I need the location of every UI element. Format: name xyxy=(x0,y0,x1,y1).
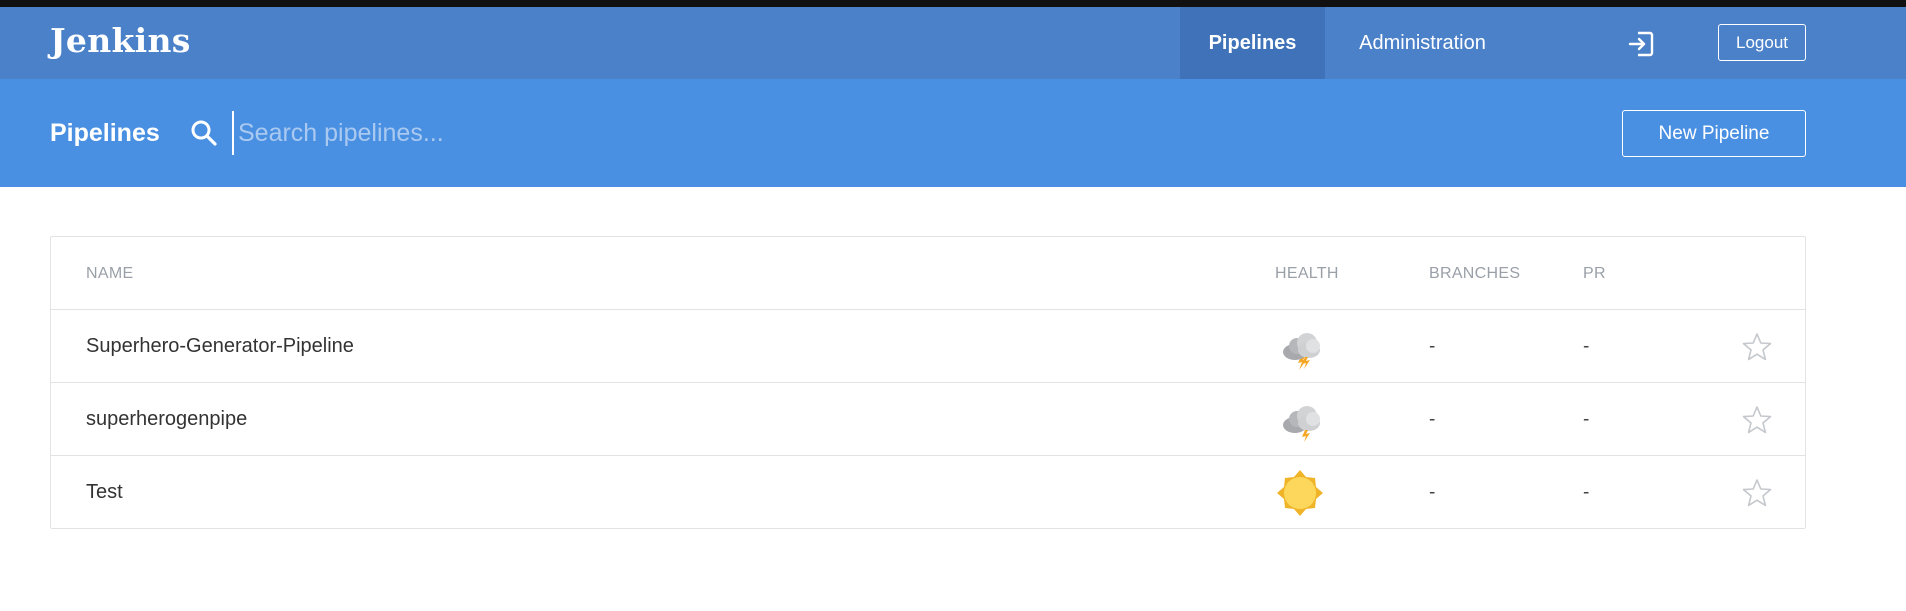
go-to-classic-icon[interactable] xyxy=(1626,29,1656,59)
nav-tab-pipelines[interactable]: Pipelines xyxy=(1180,7,1325,79)
table-row[interactable]: Superhero-Generator-Pipeline - - xyxy=(51,310,1805,383)
pipeline-name[interactable]: Test xyxy=(86,456,123,529)
stormy-icon xyxy=(1283,332,1320,370)
sunny-icon xyxy=(1277,469,1323,516)
new-pipeline-button[interactable]: New Pipeline xyxy=(1622,110,1806,157)
pr-value: - xyxy=(1583,408,1590,430)
search-input[interactable] xyxy=(232,111,832,155)
stormy-icon xyxy=(1283,405,1320,442)
favorite-star-icon[interactable] xyxy=(1741,310,1773,383)
branches-value: - xyxy=(1429,481,1436,503)
jenkins-logo[interactable]: Jenkins xyxy=(50,21,191,61)
table-row[interactable]: Test - - xyxy=(51,456,1805,529)
health-cell xyxy=(1275,310,1325,383)
column-header-branches[interactable]: BRANCHES xyxy=(1429,237,1520,310)
logout-button[interactable]: Logout xyxy=(1718,24,1806,61)
top-header: Jenkins Pipelines Administration Logout xyxy=(0,7,1906,79)
table-row[interactable]: superherogenpipe - - xyxy=(51,383,1805,456)
branches-value: - xyxy=(1429,408,1436,430)
search-icon xyxy=(190,119,218,147)
nav-tab-administration[interactable]: Administration xyxy=(1325,7,1520,79)
health-cell xyxy=(1275,383,1325,456)
pr-value: - xyxy=(1583,335,1590,357)
pipelines-table: NAME HEALTH BRANCHES PR Superhero-Genera… xyxy=(50,236,1806,529)
health-cell xyxy=(1275,456,1325,529)
pipeline-name[interactable]: superherogenpipe xyxy=(86,383,247,456)
table-header-row: NAME HEALTH BRANCHES PR xyxy=(51,237,1805,310)
favorite-star-icon[interactable] xyxy=(1741,456,1773,529)
column-header-health[interactable]: HEALTH xyxy=(1275,237,1339,310)
column-header-pr[interactable]: PR xyxy=(1583,237,1606,310)
pr-value: - xyxy=(1583,481,1590,503)
favorite-star-icon[interactable] xyxy=(1741,383,1773,456)
pipeline-name[interactable]: Superhero-Generator-Pipeline xyxy=(86,310,354,383)
column-header-name[interactable]: NAME xyxy=(86,237,133,310)
branches-value: - xyxy=(1429,335,1436,357)
pipelines-subheader: Pipelines New Pipeline xyxy=(0,79,1906,187)
window-top-strip xyxy=(0,0,1906,7)
page-title: Pipelines xyxy=(50,119,160,147)
